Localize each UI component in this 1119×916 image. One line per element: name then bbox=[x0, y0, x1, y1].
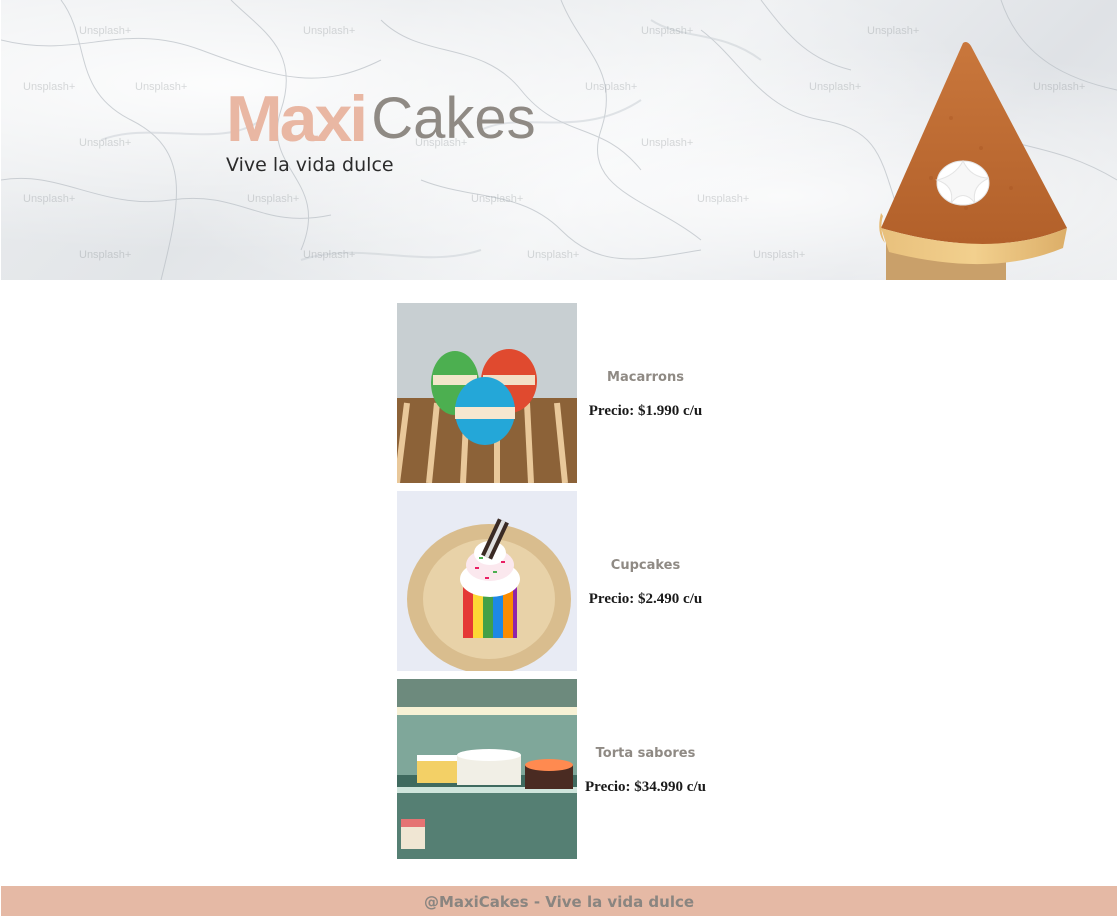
macarons-image bbox=[397, 303, 577, 483]
site-tagline: Vive la vida dulce bbox=[226, 154, 394, 176]
product-price: Precio: $2.490 c/u bbox=[588, 591, 703, 607]
footer-text: @MaxiCakes - Vive la vida dulce bbox=[423, 893, 695, 911]
logo-word-maxi: Maxi bbox=[226, 82, 368, 156]
cupcake-image bbox=[397, 491, 577, 671]
product-card[interactable]: Macarrons Precio: $1.990 c/u bbox=[397, 303, 722, 483]
cakes-display-image bbox=[397, 679, 577, 859]
product-name: Torta sabores bbox=[595, 746, 696, 761]
site-logo[interactable]: Maxi Cakes bbox=[226, 80, 536, 156]
header-banner: Unsplash+ Unsplash+ Unsplash+ Unsplash+ … bbox=[1, 0, 1117, 280]
product-name: Cupcakes bbox=[610, 558, 681, 573]
footer: @MaxiCakes - Vive la vida dulce bbox=[1, 886, 1117, 916]
product-info: Torta sabores Precio: $34.990 c/u bbox=[577, 679, 714, 859]
product-price: Precio: $1.990 c/u bbox=[588, 403, 703, 419]
product-price: Precio: $34.990 c/u bbox=[585, 779, 706, 795]
product-name: Macarrons bbox=[607, 370, 684, 385]
product-info: Macarrons Precio: $1.990 c/u bbox=[577, 303, 714, 483]
product-info: Cupcakes Precio: $2.490 c/u bbox=[577, 491, 714, 671]
product-list: Macarrons Precio: $1.990 c/u Cupcakes Pr… bbox=[397, 303, 722, 867]
product-card[interactable]: Cupcakes Precio: $2.490 c/u bbox=[397, 491, 722, 671]
product-card[interactable]: Torta sabores Precio: $34.990 c/u bbox=[397, 679, 722, 859]
page: Unsplash+ Unsplash+ Unsplash+ Unsplash+ … bbox=[0, 0, 1119, 916]
logo-word-cakes: Cakes bbox=[371, 86, 536, 151]
pumpkin-pie-slice-image bbox=[879, 42, 1067, 280]
